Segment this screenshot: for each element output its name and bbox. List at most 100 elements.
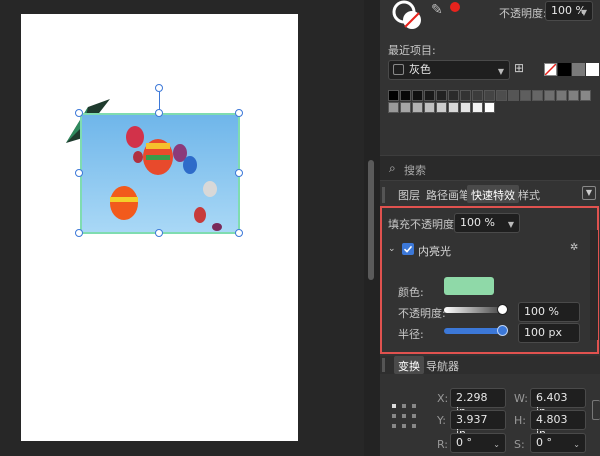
radius-slider-knob[interactable] <box>497 325 508 336</box>
gray-swatch[interactable] <box>572 63 585 76</box>
red-color-dot[interactable] <box>450 2 460 12</box>
swatch[interactable] <box>484 102 495 113</box>
swatch[interactable] <box>556 90 567 101</box>
radius-field[interactable]: 100 px <box>518 323 580 343</box>
fill-stroke-swatch-icon[interactable] <box>390 0 426 32</box>
inner-glow-checkbox[interactable] <box>402 243 414 255</box>
rotation-handle[interactable] <box>155 84 163 92</box>
swatch[interactable] <box>400 102 411 113</box>
h-field[interactable]: 4.803 in <box>530 410 586 440</box>
swatch[interactable] <box>568 90 579 101</box>
swatch[interactable] <box>436 102 447 113</box>
color-label: 颜色: <box>398 286 424 299</box>
anchor-dot[interactable] <box>402 404 406 408</box>
anchor-dot[interactable] <box>412 404 416 408</box>
white-swatch[interactable] <box>586 63 599 76</box>
swatch[interactable] <box>520 90 531 101</box>
swatch[interactable] <box>424 90 435 101</box>
opacity-dropdown[interactable]: 100 % ▼ <box>545 1 593 21</box>
panel-menu-icon[interactable]: ▼ <box>582 186 596 200</box>
rotation-dropdown[interactable]: 0 ° ⌄ <box>450 433 506 453</box>
anchor-dot[interactable] <box>402 424 406 428</box>
tab-transform[interactable]: 变换 <box>394 356 424 374</box>
swatch[interactable] <box>424 102 435 113</box>
swatch[interactable] <box>388 102 399 113</box>
opacity-slider-knob[interactable] <box>497 304 508 315</box>
swatch[interactable] <box>388 90 399 101</box>
tab-styles[interactable]: 样式 <box>514 185 544 203</box>
resize-handle-bottom[interactable] <box>155 229 163 237</box>
black-swatch[interactable] <box>558 63 571 76</box>
resize-handle-bottom-right[interactable] <box>235 229 243 237</box>
x-field[interactable]: 2.298 in <box>450 388 506 418</box>
swatch[interactable] <box>484 90 495 101</box>
chevron-down-icon: ⌄ <box>493 440 500 449</box>
shear-dropdown[interactable]: 0 ° ⌄ <box>530 433 586 453</box>
swatch[interactable] <box>448 102 459 113</box>
resize-handle-top-right[interactable] <box>235 109 243 117</box>
anchor-dot[interactable] <box>392 404 396 408</box>
swatch[interactable] <box>532 90 543 101</box>
resize-handle-bottom-left[interactable] <box>75 229 83 237</box>
gear-icon[interactable]: ✲ <box>570 242 578 253</box>
balloon-photo[interactable] <box>80 113 240 234</box>
tab-navigator[interactable]: 导航器 <box>422 356 463 374</box>
w-label: W: <box>514 392 528 405</box>
eyedropper-icon[interactable]: ✎ <box>431 2 443 18</box>
link-aspect-icon[interactable] <box>592 400 600 420</box>
swatch[interactable] <box>544 90 555 101</box>
anchor-dot[interactable] <box>392 424 396 428</box>
radius-slider-label: 半径: <box>398 328 424 341</box>
fill-opacity-dropdown[interactable]: 100 % ▼ <box>454 213 520 233</box>
scrollbar-thumb[interactable] <box>368 160 374 280</box>
swatch[interactable] <box>436 90 447 101</box>
swatch[interactable] <box>472 90 483 101</box>
w-field[interactable]: 6.403 in <box>530 388 586 418</box>
swatch[interactable] <box>460 102 471 113</box>
tab-quick-effects[interactable]: 快速特效 <box>467 185 519 203</box>
search-placeholder: 搜索 <box>404 164 426 177</box>
palette-dropdown[interactable]: 灰色 ▼ <box>388 60 510 80</box>
y-field[interactable]: 3.937 in <box>450 410 506 440</box>
anchor-point-selector[interactable] <box>390 402 424 434</box>
resize-handle-top[interactable] <box>155 109 163 117</box>
swatch[interactable] <box>412 102 423 113</box>
swatch[interactable] <box>400 90 411 101</box>
search-bar[interactable]: ⌕ 搜索 <box>380 155 600 181</box>
resize-handle-left[interactable] <box>75 169 83 177</box>
resize-handle-top-left[interactable] <box>75 109 83 117</box>
glow-color-swatch[interactable] <box>444 277 494 295</box>
swatch[interactable] <box>508 90 519 101</box>
effects-scrollbar[interactable] <box>590 230 598 340</box>
swatch[interactable] <box>460 90 471 101</box>
document-canvas[interactable] <box>0 0 364 456</box>
palette-icon <box>393 64 404 75</box>
s-label: S: <box>514 438 525 451</box>
swatch[interactable] <box>496 90 507 101</box>
swatch[interactable] <box>412 90 423 101</box>
tab-layers[interactable]: 图层 <box>394 185 424 203</box>
tab-grip <box>382 358 385 372</box>
panel-tabs: 图层 路径画笔 快速特效 样式 ▼ <box>380 185 600 205</box>
resize-handle-right[interactable] <box>235 169 243 177</box>
anchor-dot[interactable] <box>402 414 406 418</box>
canvas-scrollbar[interactable] <box>364 0 380 456</box>
hot-air-balloons-image <box>110 126 222 231</box>
opacity-field[interactable]: 100 % <box>518 302 580 322</box>
recent-items-label: 最近项目: <box>388 44 436 57</box>
fill-opacity-value: 100 % <box>460 216 495 229</box>
right-panel: ✎ 不透明度: 100 % ▼ 最近项目: 灰色 ▼ ⊞ ⌕ 搜索 图层 路径画… <box>380 0 600 456</box>
swatch[interactable] <box>580 90 591 101</box>
y-label: Y: <box>437 414 446 427</box>
anchor-dot[interactable] <box>412 414 416 418</box>
swatch[interactable] <box>448 90 459 101</box>
color-row: ✎ 不透明度: 100 % ▼ <box>380 0 600 34</box>
chevron-down-icon[interactable]: ⌄ <box>388 244 396 254</box>
none-swatch[interactable] <box>544 63 557 76</box>
swatch[interactable] <box>472 102 483 113</box>
palette-grid-add-icon[interactable]: ⊞ <box>514 61 524 75</box>
anchor-dot[interactable] <box>392 414 396 418</box>
none-color-icon <box>544 63 557 76</box>
anchor-dot[interactable] <box>412 424 416 428</box>
h-label: H: <box>514 414 526 427</box>
